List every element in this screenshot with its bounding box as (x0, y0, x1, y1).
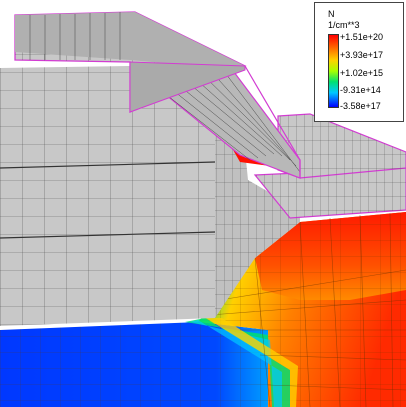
legend-tick-5: -3.58e+17 (340, 101, 381, 111)
legend-tick-3: +1.02e+15 (340, 68, 384, 78)
legend-tick-4: -9.31e+14 (340, 85, 381, 95)
legend-unit: 1/cm**3 (328, 20, 360, 30)
device-mesh-view[interactable]: N 1/cm**3 +1.51e+20 +3.93e+17 +1.02e+15 … (0, 0, 406, 407)
color-legend: N 1/cm**3 +1.51e+20 +3.93e+17 +1.02e+15 … (314, 2, 404, 122)
legend-colorbar (328, 34, 339, 108)
legend-quantity: N (328, 9, 335, 19)
legend-tick-2: +3.93e+17 (340, 50, 384, 60)
legend-tick-1: +1.51e+20 (340, 32, 384, 42)
